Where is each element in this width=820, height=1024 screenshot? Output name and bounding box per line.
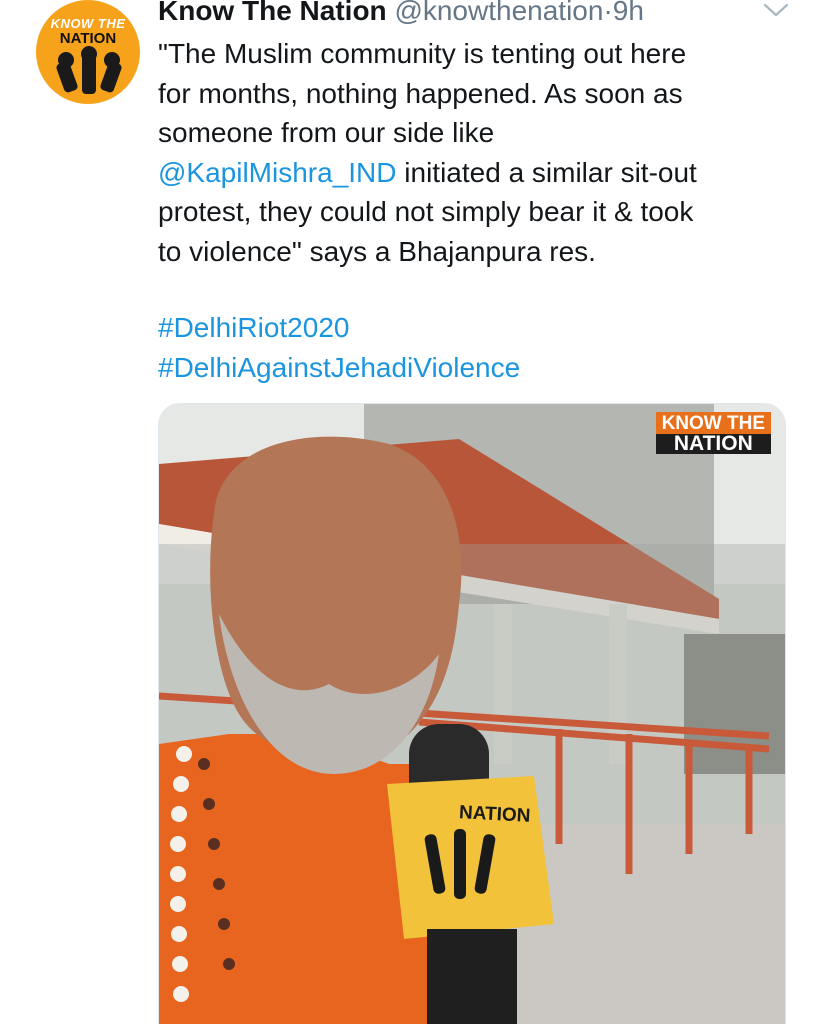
tweet-text-line: someone from our side like — [158, 117, 495, 148]
tweet-text-line: @KapilMishra_IND initiated a similar sit… — [158, 153, 798, 193]
tweet-text-line: protest, they could not simply bear it &… — [158, 196, 694, 227]
avatar[interactable]: KNOW THE NATION — [36, 0, 140, 104]
microphone-flag — [387, 776, 554, 939]
fist-icon — [56, 46, 122, 94]
hashtag-link[interactable]: #DelhiAgainstJehadiViolence — [158, 348, 520, 388]
tweet-text-line: for months, nothing happened. As soon as — [158, 77, 683, 109]
watermark-line1: KNOW THE — [661, 413, 765, 434]
avatar-logo-line1: KNOW THE — [50, 16, 126, 31]
tweet-text-fragment: initiated a similar sit-out — [396, 156, 697, 188]
hashtag-link[interactable]: #DelhiRiot2020 — [158, 308, 520, 348]
chevron-down-icon[interactable] — [762, 0, 790, 20]
video-watermark: KNOW THE NATION — [655, 412, 771, 454]
timestamp[interactable]: 9h — [613, 0, 644, 26]
tweet-header: Know The Nation @knowthenation·9h — [158, 0, 644, 28]
media-video[interactable]: KNOW THE NATION NATION — [158, 403, 786, 1024]
display-name[interactable]: Know The Nation — [158, 0, 387, 26]
microphone-label: NATION — [458, 802, 531, 827]
watermark-line2: NATION — [655, 433, 771, 454]
tweet-text-line: to violence" says a Bhajanpura res. — [158, 235, 596, 267]
separator: · — [603, 0, 613, 26]
tweet-text: "The Muslim community is tenting out her… — [158, 34, 798, 271]
mention-link[interactable]: @KapilMishra_IND — [158, 157, 397, 188]
hashtags: #DelhiRiot2020 #DelhiAgainstJehadiViolen… — [158, 308, 520, 388]
tweet-text-line: "The Muslim community is tenting out her… — [158, 38, 687, 69]
microphone-handle — [427, 929, 517, 1024]
user-handle[interactable]: @knowthenation — [394, 0, 603, 26]
avatar-logo-line2: NATION — [59, 30, 117, 47]
video-frame — [159, 404, 785, 1024]
